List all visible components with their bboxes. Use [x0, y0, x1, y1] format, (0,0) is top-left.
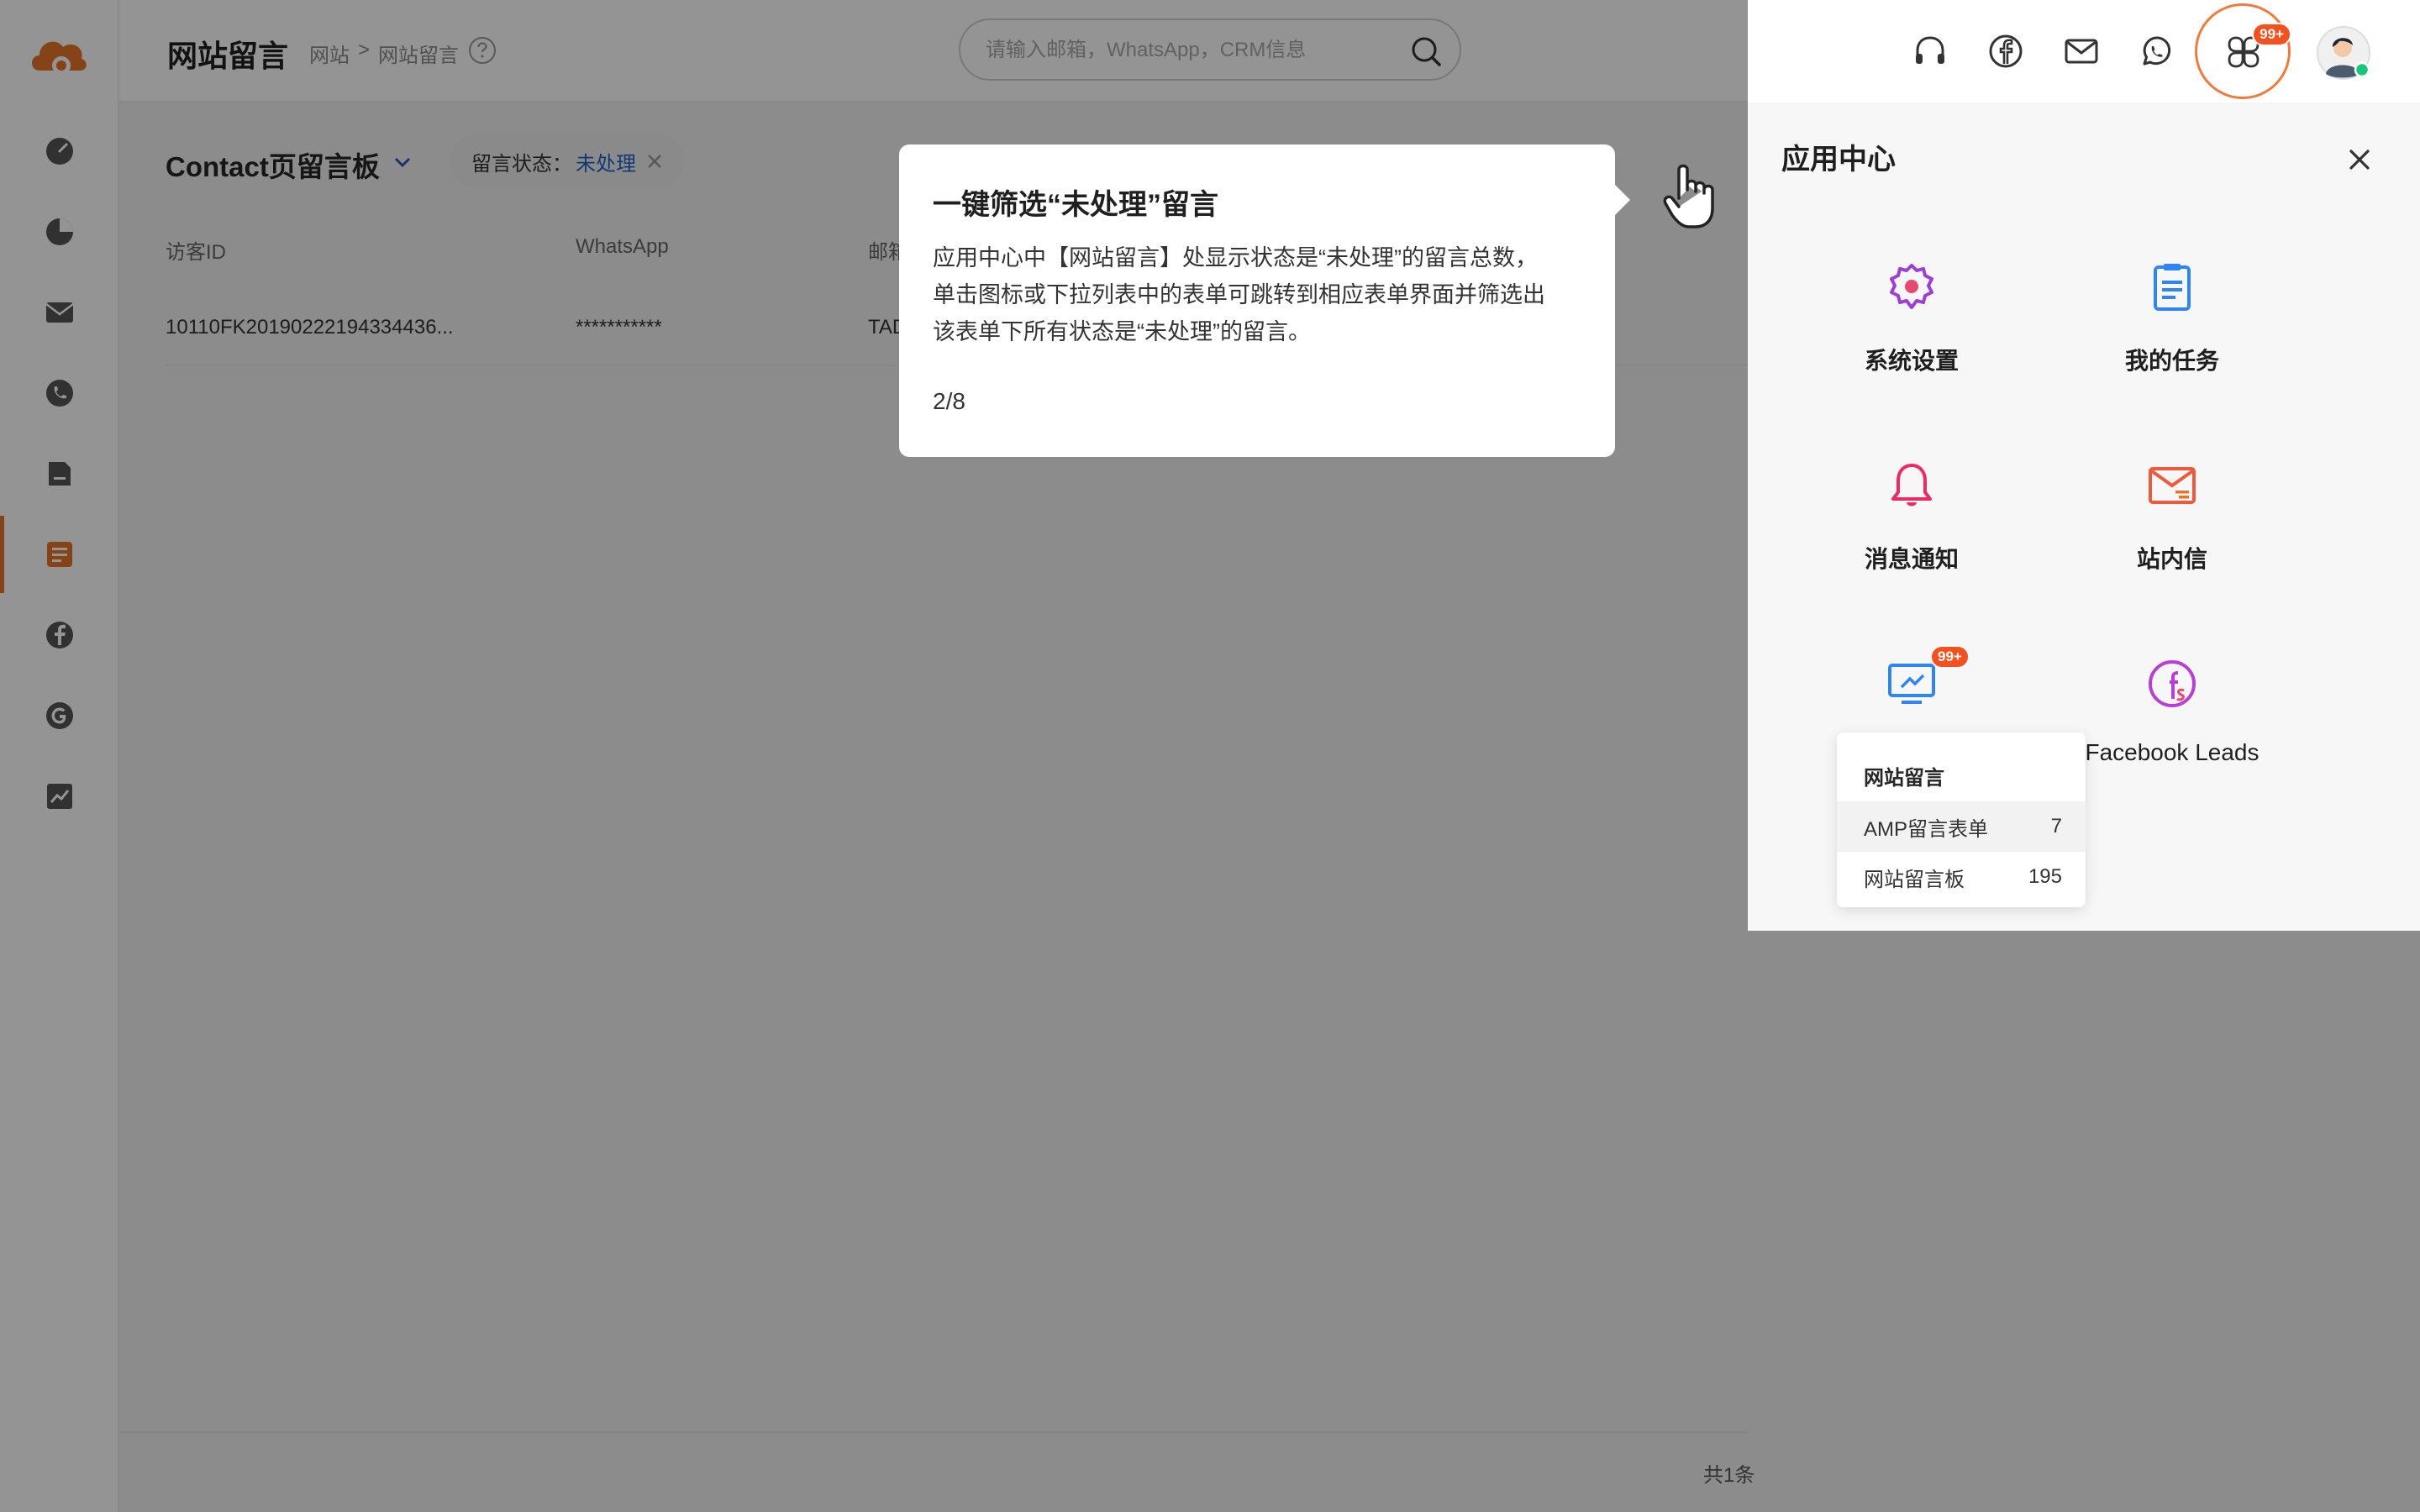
app-system-settings[interactable]: 系统设置: [1786, 260, 2038, 428]
app-my-tasks[interactable]: 我的任务: [2046, 260, 2298, 428]
tooltip-line: 应用中心中【网站留言】处显示状态是“未处理”的留言总数，: [933, 245, 1538, 270]
tooltip-step-counter: 2/8: [933, 388, 965, 414]
total-count: 共1条: [1703, 1464, 1755, 1487]
app-label: 站内信: [2136, 546, 2207, 572]
mail-icon[interactable]: [2062, 32, 2101, 71]
facebook-leads-icon: [2149, 660, 2196, 707]
close-icon[interactable]: [2344, 144, 2375, 175]
pointer-hand-icon: [1663, 164, 1714, 228]
app-notifications[interactable]: 消息通知: [1786, 459, 2038, 627]
tooltip-line: 单击图标或下拉列表中的表单可跳转到相应表单界面并筛选出: [933, 282, 1545, 307]
dropdown-item-message-board[interactable]: 网站留言板 195: [1837, 852, 2086, 902]
apps-grid-button[interactable]: 99+: [2195, 3, 2291, 99]
whatsapp-icon[interactable]: [2138, 32, 2176, 71]
bell-icon: [1891, 464, 1932, 507]
apps-badge: 99+: [2252, 23, 2291, 46]
dropdown-item-count: 7: [2050, 815, 2062, 837]
tooltip-title: 一键筛选“未处理”留言: [933, 189, 1218, 221]
tooltip-line: 该表单下所有状态是“未处理”的留言。: [933, 319, 1311, 344]
dropdown-header[interactable]: 网站留言: [1864, 761, 1944, 790]
clipboard-icon: [2154, 264, 2191, 311]
app-badge: 99+: [1930, 645, 1970, 669]
dropdown-item-count: 195: [2028, 865, 2062, 888]
app-center-title: 应用中心: [1781, 144, 1896, 176]
dropdown-item-label: AMP留言表单: [1864, 817, 1989, 841]
avatar[interactable]: [2316, 25, 2371, 81]
envelope-icon: [2149, 467, 2196, 504]
website-messages-dropdown: 网站留言 AMP留言表单 7 网站留言板 195: [1837, 732, 2086, 907]
app-label: 我的任务: [2124, 348, 2219, 374]
app-label: 系统设置: [1864, 348, 1959, 374]
headset-icon[interactable]: [1911, 32, 1949, 71]
dropdown-item-amp-form[interactable]: AMP留言表单 7: [1837, 801, 2086, 852]
guide-tooltip: 一键筛选“未处理”留言 应用中心中【网站留言】处显示状态是“未处理”的留言总数，…: [899, 144, 1630, 457]
dropdown-item-label: 网站留言板: [1864, 868, 1965, 891]
gear-icon: [1890, 264, 1933, 309]
monitor-icon: [1888, 664, 1935, 704]
app-internal-mail[interactable]: 站内信: [2046, 459, 2298, 627]
app-label: 消息通知: [1864, 546, 1959, 572]
tooltip-body: 应用中心中【网站留言】处显示状态是“未处理”的留言总数， 单击图标或下拉列表中的…: [933, 239, 1581, 350]
facebook-icon[interactable]: [1986, 32, 2025, 71]
